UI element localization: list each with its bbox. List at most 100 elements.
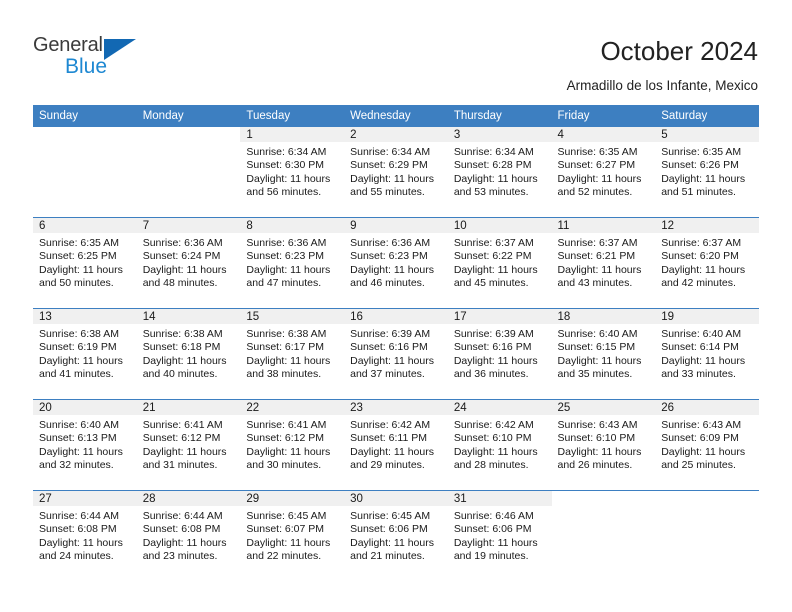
calendar-day-empty	[551, 491, 656, 581]
calendar-day-cell[interactable]: 26 Sunrise: 6:43 AM Sunset: 6:09 PM Dayligh…	[655, 399, 759, 491]
daylight-text-line1: Daylight: 11 hours	[39, 445, 123, 458]
daylight-text-line1: Daylight: 11 hours	[246, 354, 331, 367]
daylight-text-line2: and 37 minutes.	[350, 368, 425, 381]
sunrise-text: Sunrise: 6:40 AM	[557, 328, 638, 340]
calendar-day-cell[interactable]: 2 Sunrise: 6:34 AM Sunset: 6:29 PM Daylight…	[344, 127, 448, 218]
calendar-day: 14 Sunrise: 6:38 AM Sunset: 6:18 PM Dayligh…	[136, 309, 241, 399]
calendar-day-cell[interactable]: 28 Sunrise: 6:44 AM Sunset: 6:08 PM Dayligh…	[136, 490, 241, 581]
daylight-text-line1: Daylight: 11 hours	[39, 536, 123, 549]
calendar-day-cell[interactable]: 7 Sunrise: 6:36 AM Sunset: 6:24 PM Daylight…	[136, 217, 241, 309]
day-details: Sunrise: 6:42 AM Sunset: 6:11 PM Daylight:…	[344, 415, 448, 473]
calendar-day-cell[interactable]: 29 Sunrise: 6:45 AM Sunset: 6:07 PM Dayligh…	[240, 490, 345, 581]
day-number: 6	[33, 218, 137, 233]
day-number: 24	[447, 400, 552, 415]
daylight-text-line2: and 25 minutes.	[661, 459, 736, 472]
calendar-day-cell[interactable]: 22 Sunrise: 6:41 AM Sunset: 6:12 PM Dayligh…	[240, 399, 345, 491]
calendar-day-empty	[136, 127, 241, 217]
day-number	[33, 127, 137, 142]
daylight-text-line1: Daylight: 11 hours	[661, 354, 746, 367]
calendar-day-cell[interactable]: 21 Sunrise: 6:41 AM Sunset: 6:12 PM Dayligh…	[136, 399, 241, 491]
sunrise-text: Sunrise: 6:39 AM	[350, 328, 431, 340]
daylight-text-line2: and 21 minutes.	[350, 550, 425, 563]
calendar-day-cell[interactable]: 18 Sunrise: 6:40 AM Sunset: 6:15 PM Dayligh…	[551, 308, 656, 400]
weekday-header-sunday: Sunday	[33, 105, 137, 127]
sunset-text: Sunset: 6:27 PM	[557, 159, 636, 172]
calendar-day-cell[interactable]: 14 Sunrise: 6:38 AM Sunset: 6:18 PM Dayligh…	[136, 308, 241, 400]
calendar-day-cell[interactable]: 31 Sunrise: 6:46 AM Sunset: 6:06 PM Dayligh…	[447, 490, 552, 581]
day-number: 12	[655, 218, 759, 233]
day-number: 10	[447, 218, 552, 233]
daylight-text-line2: and 40 minutes.	[142, 368, 218, 381]
calendar-day-cell[interactable]: 19 Sunrise: 6:40 AM Sunset: 6:14 PM Dayligh…	[655, 308, 759, 400]
day-details: Sunrise: 6:37 AM Sunset: 6:21 PM Daylight:…	[552, 233, 656, 291]
sunset-text: Sunset: 6:19 PM	[39, 341, 117, 354]
day-details: Sunrise: 6:40 AM Sunset: 6:14 PM Daylight:…	[655, 324, 759, 382]
daylight-text-line2: and 31 minutes.	[142, 459, 218, 472]
day-details: Sunrise: 6:37 AM Sunset: 6:22 PM Daylight:…	[448, 233, 552, 291]
day-number: 5	[655, 127, 759, 142]
calendar-day-cell[interactable]: 30 Sunrise: 6:45 AM Sunset: 6:06 PM Dayligh…	[344, 490, 448, 581]
calendar-day-cell[interactable]: 13 Sunrise: 6:38 AM Sunset: 6:19 PM Dayligh…	[33, 308, 137, 400]
daylight-text-line1: Daylight: 11 hours	[350, 172, 434, 185]
day-number: 18	[551, 309, 656, 324]
location-subtitle: Armadillo de los Infante, Mexico	[566, 78, 758, 93]
calendar-day-cell[interactable]: 6 Sunrise: 6:35 AM Sunset: 6:25 PM Daylight…	[33, 217, 137, 309]
daylight-text-line2: and 28 minutes.	[453, 459, 529, 472]
calendar-day: 2 Sunrise: 6:34 AM Sunset: 6:29 PM Daylight…	[344, 127, 448, 217]
daylight-text-line1: Daylight: 11 hours	[350, 354, 434, 367]
weekday-header-monday: Monday	[136, 105, 241, 127]
calendar-day-cell[interactable]: 5 Sunrise: 6:35 AM Sunset: 6:26 PM Daylight…	[655, 127, 759, 218]
calendar-day-cell[interactable]: 4 Sunrise: 6:35 AM Sunset: 6:27 PM Daylight…	[551, 127, 656, 218]
sunset-text: Sunset: 6:07 PM	[246, 523, 325, 536]
daylight-text-line2: and 26 minutes.	[557, 459, 633, 472]
calendar-day-cell[interactable]: 8 Sunrise: 6:36 AM Sunset: 6:23 PM Daylight…	[240, 217, 345, 309]
calendar-day-cell[interactable]: 27 Sunrise: 6:44 AM Sunset: 6:08 PM Dayligh…	[33, 490, 137, 581]
calendar-day-cell[interactable]	[655, 490, 759, 581]
sunset-text: Sunset: 6:25 PM	[39, 250, 117, 263]
calendar-day-cell[interactable]: 1 Sunrise: 6:34 AM Sunset: 6:30 PM Daylight…	[240, 127, 345, 218]
calendar-day-cell[interactable]: 17 Sunrise: 6:39 AM Sunset: 6:16 PM Dayligh…	[447, 308, 552, 400]
calendar-day: 7 Sunrise: 6:36 AM Sunset: 6:24 PM Daylight…	[136, 218, 241, 308]
calendar-day-cell[interactable]	[33, 127, 137, 218]
logo-triangle-icon	[104, 39, 136, 60]
daylight-text-line2: and 55 minutes.	[350, 186, 425, 199]
daylight-text-line1: Daylight: 11 hours	[350, 445, 434, 458]
calendar-day-cell[interactable]: 11 Sunrise: 6:37 AM Sunset: 6:21 PM Dayligh…	[551, 217, 656, 309]
calendar-day-empty	[655, 491, 759, 581]
calendar-day: 29 Sunrise: 6:45 AM Sunset: 6:07 PM Dayligh…	[240, 491, 345, 581]
day-details: Sunrise: 6:36 AM Sunset: 6:23 PM Daylight:…	[240, 233, 344, 291]
calendar-day-cell[interactable]: 9 Sunrise: 6:36 AM Sunset: 6:23 PM Daylight…	[344, 217, 448, 309]
calendar-day: 30 Sunrise: 6:45 AM Sunset: 6:06 PM Dayligh…	[344, 491, 448, 581]
sunrise-text: Sunrise: 6:36 AM	[350, 237, 431, 249]
calendar-day: 24 Sunrise: 6:42 AM Sunset: 6:10 PM Dayligh…	[447, 400, 552, 490]
calendar-day-cell[interactable]	[136, 127, 241, 218]
daylight-text-line1: Daylight: 11 hours	[557, 445, 642, 458]
day-number: 19	[655, 309, 759, 324]
calendar-day-cell[interactable]: 20 Sunrise: 6:40 AM Sunset: 6:13 PM Dayligh…	[33, 399, 137, 491]
day-details: Sunrise: 6:46 AM Sunset: 6:06 PM Daylight:…	[448, 506, 552, 564]
calendar-day-cell[interactable]	[551, 490, 656, 581]
calendar-day-cell[interactable]: 23 Sunrise: 6:42 AM Sunset: 6:11 PM Dayligh…	[344, 399, 448, 491]
calendar-day-cell[interactable]: 25 Sunrise: 6:43 AM Sunset: 6:10 PM Dayligh…	[551, 399, 656, 491]
sunset-text: Sunset: 6:30 PM	[246, 159, 325, 172]
day-details: Sunrise: 6:41 AM Sunset: 6:12 PM Daylight:…	[137, 415, 241, 473]
day-details: Sunrise: 6:37 AM Sunset: 6:20 PM Daylight:…	[655, 233, 759, 291]
day-number: 15	[240, 309, 345, 324]
day-details: Sunrise: 6:42 AM Sunset: 6:10 PM Daylight:…	[448, 415, 552, 473]
calendar-day: 3 Sunrise: 6:34 AM Sunset: 6:28 PM Daylight…	[447, 127, 552, 217]
day-details: Sunrise: 6:44 AM Sunset: 6:08 PM Daylight:…	[33, 506, 137, 564]
daylight-text-line2: and 22 minutes.	[246, 550, 322, 563]
calendar-day-cell[interactable]: 12 Sunrise: 6:37 AM Sunset: 6:20 PM Dayligh…	[655, 217, 759, 309]
calendar-day-cell[interactable]: 15 Sunrise: 6:38 AM Sunset: 6:17 PM Dayligh…	[240, 308, 345, 400]
calendar-day-cell[interactable]: 3 Sunrise: 6:34 AM Sunset: 6:28 PM Daylight…	[447, 127, 552, 218]
sunset-text: Sunset: 6:08 PM	[39, 523, 117, 536]
day-number	[551, 491, 656, 506]
calendar-day-cell[interactable]: 24 Sunrise: 6:42 AM Sunset: 6:10 PM Dayligh…	[447, 399, 552, 491]
calendar-day-cell[interactable]: 10 Sunrise: 6:37 AM Sunset: 6:22 PM Dayligh…	[447, 217, 552, 309]
daylight-text-line2: and 24 minutes.	[39, 550, 114, 563]
weekday-header-wednesday: Wednesday	[344, 105, 448, 127]
calendar-day-cell[interactable]: 16 Sunrise: 6:39 AM Sunset: 6:16 PM Dayligh…	[344, 308, 448, 400]
sunrise-text: Sunrise: 6:45 AM	[246, 510, 327, 522]
calendar-day: 22 Sunrise: 6:41 AM Sunset: 6:12 PM Dayligh…	[240, 400, 345, 490]
logo-text-general: General	[33, 34, 103, 56]
